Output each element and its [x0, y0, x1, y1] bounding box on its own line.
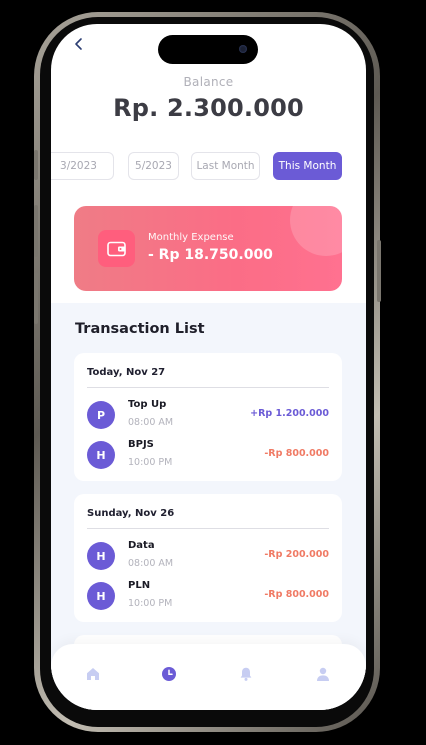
transaction-time: 10:00 PM	[128, 457, 173, 468]
dynamic-island	[158, 35, 258, 64]
expense-label: Monthly Expense	[148, 232, 234, 243]
wallet-icon-box	[98, 230, 135, 267]
transaction-time: 10:00 PM	[128, 598, 173, 609]
avatar: H	[87, 441, 115, 469]
decorative-circle	[290, 206, 342, 256]
app-screen: Balance Rp. 2.300.000 3/2023 5/2023 Last…	[51, 24, 366, 710]
filter-chip-label: 3/2023	[60, 160, 97, 172]
avatar: H	[87, 542, 115, 570]
nav-history[interactable]	[159, 664, 179, 684]
filter-chip-label: 5/2023	[135, 160, 172, 172]
transaction-amount: -Rp 200.000	[264, 549, 329, 560]
divider	[87, 528, 329, 529]
transaction-name: Data	[128, 540, 155, 551]
history-icon	[162, 667, 176, 681]
transaction-row[interactable]: H Data 08:00 AM -Rp 200.000	[74, 537, 342, 577]
transaction-time: 08:00 AM	[128, 558, 174, 569]
bottom-navigation	[51, 644, 366, 710]
group-date: Today, Nov 27	[87, 367, 166, 378]
chevron-left-icon	[75, 38, 82, 50]
filter-chip-last-month[interactable]: Last Month	[191, 152, 260, 180]
transaction-name: Top Up	[128, 399, 167, 410]
balance-label: Balance	[183, 75, 234, 89]
transaction-row[interactable]: H PLN 10:00 PM -Rp 800.000	[74, 577, 342, 617]
filter-chip-this-month[interactable]: This Month	[273, 152, 342, 180]
transaction-time: 08:00 AM	[128, 417, 174, 428]
avatar: P	[87, 401, 115, 429]
balance-amount: Rp. 2.300.000	[113, 94, 304, 122]
divider	[87, 387, 329, 388]
transaction-row[interactable]: H BPJS 10:00 PM -Rp 800.000	[74, 436, 342, 476]
home-icon	[87, 668, 99, 680]
back-button[interactable]	[71, 36, 87, 52]
avatar: H	[87, 582, 115, 610]
transaction-name: PLN	[128, 580, 151, 591]
wallet-icon	[106, 241, 126, 256]
filter-chip-label: This Month	[278, 160, 337, 172]
bell-icon	[240, 667, 252, 681]
expense-value: - Rp 18.750.000	[148, 247, 273, 263]
transaction-name: BPJS	[128, 439, 154, 450]
volume-up-button	[34, 205, 38, 257]
transaction-list-title: Transaction List	[75, 321, 205, 337]
volume-down-button	[34, 272, 38, 324]
transaction-row[interactable]: P Top Up 08:00 AM +Rp 1.200.000	[74, 396, 342, 436]
power-button	[377, 240, 381, 302]
filter-chip-5-2023[interactable]: 5/2023	[128, 152, 179, 180]
date-filter-bar: 3/2023 5/2023 Last Month This Month	[51, 152, 366, 182]
filter-chip-3-2023[interactable]: 3/2023	[51, 152, 114, 180]
nav-notifications[interactable]	[236, 664, 256, 684]
profile-icon	[317, 667, 329, 681]
transaction-amount: -Rp 800.000	[264, 589, 329, 600]
filter-chip-label: Last Month	[196, 160, 255, 172]
group-date: Sunday, Nov 26	[87, 508, 175, 519]
transaction-amount: +Rp 1.200.000	[250, 408, 329, 419]
transaction-group: Sunday, Nov 26 H Data 08:00 AM -Rp 200.0…	[74, 494, 342, 622]
monthly-expense-card[interactable]: Monthly Expense - Rp 18.750.000	[74, 206, 342, 291]
nav-profile[interactable]	[313, 664, 333, 684]
silent-switch	[34, 150, 38, 180]
front-camera	[239, 45, 247, 53]
nav-home[interactable]	[83, 664, 103, 684]
transaction-amount: -Rp 800.000	[264, 448, 329, 459]
transaction-group: Today, Nov 27 P Top Up 08:00 AM +Rp 1.20…	[74, 353, 342, 481]
